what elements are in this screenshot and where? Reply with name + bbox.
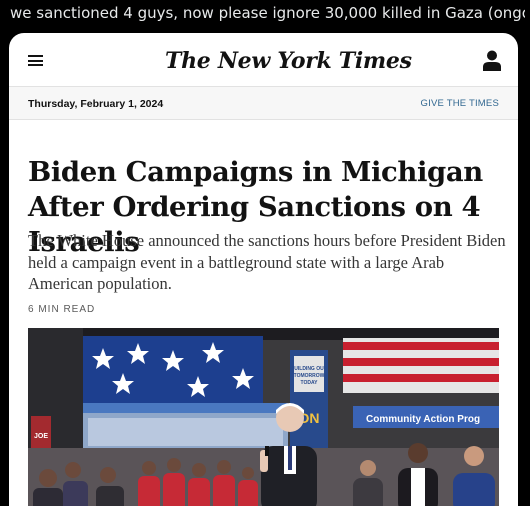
svg-text:TODAY: TODAY <box>301 380 319 386</box>
nyt-logo[interactable]: The New York Times <box>165 45 412 77</box>
rally-photo-illustration: BUILDING OUR TOMORROW TODAY ON Community… <box>28 328 499 506</box>
post-caption: we sanctioned 4 guys, now please ignore … <box>10 4 525 22</box>
article-summary: The White House announced the sanctions … <box>28 231 506 293</box>
svg-text:TOMORROW: TOMORROW <box>294 373 325 379</box>
date-bar: Thursday, February 1, 2024 GIVE THE TIME… <box>9 86 518 120</box>
account-icon[interactable] <box>483 50 501 71</box>
svg-text:Community Action Prog: Community Action Prog <box>366 414 480 425</box>
article-screenshot: The New York Times Thursday, February 1,… <box>9 33 518 506</box>
svg-text:JOE: JOE <box>34 433 48 440</box>
nyt-top-bar: The New York Times <box>9 33 518 86</box>
hamburger-menu-icon[interactable] <box>28 55 43 66</box>
svg-text:BUILDING OUR: BUILDING OUR <box>291 366 328 372</box>
date-label: Thursday, February 1, 2024 <box>28 98 164 110</box>
article-photo[interactable]: BUILDING OUR TOMORROW TODAY ON Community… <box>28 328 499 506</box>
give-the-times-link[interactable]: GIVE THE TIMES <box>421 98 499 109</box>
read-time-label: 6 MIN READ <box>28 304 96 315</box>
